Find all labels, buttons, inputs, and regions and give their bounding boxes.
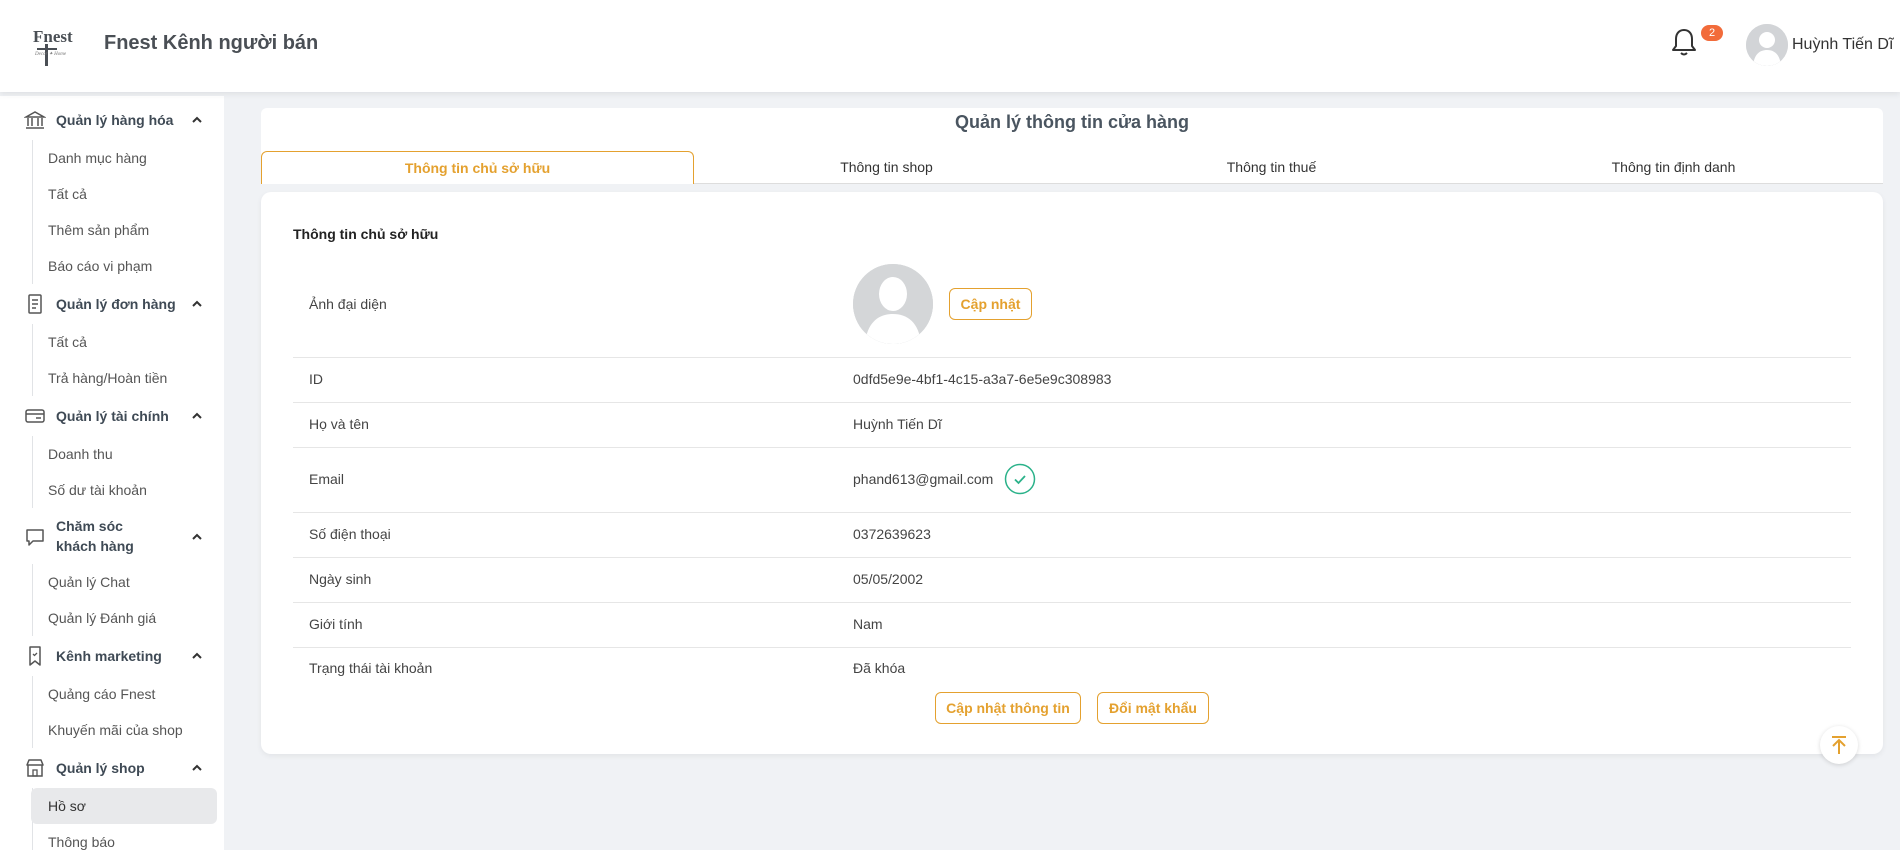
sidebar-item-all-goods[interactable]: Tất cả <box>31 176 217 212</box>
sidebar-item-notifications[interactable]: Thông báo <box>31 824 217 850</box>
top-header: Fnest Decor ✦ Home Fnest Kênh người bán … <box>0 0 1900 92</box>
sidebar-group-goods[interactable]: Quản lý hàng hóa <box>0 109 224 131</box>
field-value: 0372639623 <box>853 526 931 542</box>
chevron-up-icon[interactable] <box>190 113 204 127</box>
sidebar-group-finance[interactable]: Quản lý tài chính <box>0 405 224 427</box>
field-row-birthday: Ngày sinh 05/05/2002 <box>293 558 1851 603</box>
bank-icon <box>23 109 47 131</box>
change-password-button[interactable]: Đổi mật khẩu <box>1097 692 1209 724</box>
page-title: Quản lý thông tin cửa hàng <box>954 112 1190 132</box>
field-row-name: Họ và tên Huỳnh Tiến Dĩ <box>293 403 1851 448</box>
field-value: 05/05/2002 <box>853 571 924 587</box>
chat-icon <box>24 526 46 548</box>
avatar-row: Ảnh đại diện <box>293 256 1851 358</box>
field-label: Trạng thái tài khoản <box>309 660 433 676</box>
notification-count-badge: 2 <box>1701 25 1723 41</box>
sidebar: Quản lý hàng hóa Danh mục hàng Tất cả Th… <box>0 96 224 850</box>
user-avatar[interactable] <box>1746 24 1788 66</box>
sidebar-group-title: Kênh marketing <box>56 648 162 664</box>
field-value: 0dfd5e9e-4bf1-4c15-a3a7-6e5e9c308983 <box>853 371 1112 387</box>
sidebar-item-ads[interactable]: Quảng cáo Fnest <box>31 676 217 712</box>
sidebar-group-orders[interactable]: Quản lý đơn hàng <box>0 293 224 315</box>
sidebar-item-categories[interactable]: Danh mục hàng <box>31 140 217 176</box>
sidebar-item-chat[interactable]: Quản lý Chat <box>31 564 217 600</box>
field-value: Đã khóa <box>853 660 906 676</box>
sidebar-item-reviews[interactable]: Quản lý Đánh giá <box>31 600 217 636</box>
sidebar-group-customer-care[interactable]: Chăm sóc khách hàng <box>0 516 224 558</box>
bookmark-icon <box>24 645 46 667</box>
chevron-up-icon[interactable] <box>190 761 204 775</box>
section-title: Thông tin chủ sở hữu <box>293 226 439 242</box>
tab-bar: Thông tin chủ sở hữu Thông tin shop Thôn… <box>261 151 1883 184</box>
card-icon <box>24 405 46 427</box>
notification-bell-icon[interactable] <box>1670 26 1698 58</box>
chevron-up-icon[interactable] <box>190 649 204 663</box>
tab-tax-info[interactable]: Thông tin thuế <box>1079 151 1464 184</box>
tab-shop-info[interactable]: Thông tin shop <box>694 151 1079 184</box>
update-info-button[interactable]: Cập nhật thông tin <box>935 692 1081 724</box>
sidebar-item-all-orders[interactable]: Tất cả <box>31 324 217 360</box>
update-avatar-button[interactable]: Cập nhật <box>949 288 1032 320</box>
tab-owner-info[interactable]: Thông tin chủ sở hữu <box>261 151 694 184</box>
chevron-up-icon[interactable] <box>190 409 204 423</box>
scroll-to-top-button[interactable] <box>1820 726 1858 764</box>
field-label: Giới tính <box>309 616 363 632</box>
svg-text:Fnest: Fnest <box>33 27 73 46</box>
svg-text:Decor ✦ Home: Decor ✦ Home <box>34 51 67 57</box>
sidebar-group-title: Quản lý tài chính <box>56 408 169 424</box>
sidebar-group-marketing[interactable]: Kênh marketing <box>0 645 224 667</box>
field-value: Nam <box>853 616 883 632</box>
sidebar-item-promotions[interactable]: Khuyến mãi của shop <box>31 712 217 748</box>
sidebar-item-balance[interactable]: Số dư tài khoản <box>31 472 217 508</box>
sidebar-item-violation-report[interactable]: Báo cáo vi phạm <box>31 248 217 284</box>
field-label: Họ và tên <box>309 416 369 432</box>
field-label: Ngày sinh <box>309 571 372 587</box>
field-label: ID <box>309 371 323 387</box>
shop-icon <box>24 757 46 779</box>
brand-title: Fnest Kênh người bán <box>104 32 319 54</box>
field-row-phone: Số điện thoại 0372639623 <box>293 513 1851 558</box>
avatar-label: Ảnh đại diện <box>309 296 387 312</box>
field-label: Email <box>309 471 345 487</box>
clipboard-icon <box>24 293 46 315</box>
sidebar-group-title: Quản lý shop <box>56 760 145 776</box>
field-value: Huỳnh Tiến Dĩ <box>853 416 942 432</box>
field-label: Số điện thoại <box>309 526 391 542</box>
fnest-logo[interactable]: Fnest Decor ✦ Home <box>31 22 79 66</box>
sidebar-group-shop[interactable]: Quản lý shop <box>0 757 224 779</box>
field-value: phand613@gmail.com <box>853 471 994 487</box>
owner-info-card: Thông tin chủ sở hữu Ảnh đại diện ID 0df… <box>261 192 1883 754</box>
sidebar-item-add-product[interactable]: Thêm sản phẩm <box>31 212 217 248</box>
sidebar-group-title-line1: Chăm sóc <box>56 518 123 534</box>
tab-identity-info[interactable]: Thông tin định danh <box>1464 151 1883 184</box>
sidebar-group-title: Quản lý đơn hàng <box>56 296 176 312</box>
sidebar-item-profile[interactable]: Hồ sơ <box>31 788 217 824</box>
sidebar-group-title-line2: khách hàng <box>56 538 134 554</box>
user-name[interactable]: Huỳnh Tiến Dĩ <box>1792 36 1893 54</box>
field-row-email: Email phand613@gmail.com <box>293 448 1851 513</box>
field-row-gender: Giới tính Nam <box>293 603 1851 648</box>
field-row-status: Trạng thái tài khoản Đã khóa <box>293 648 1851 684</box>
chevron-up-icon[interactable] <box>190 297 204 311</box>
field-row-id: ID 0dfd5e9e-4bf1-4c15-a3a7-6e5e9c308983 <box>293 358 1851 403</box>
sidebar-item-revenue[interactable]: Doanh thu <box>31 436 217 472</box>
verified-check-icon <box>1004 463 1036 495</box>
owner-avatar <box>853 264 933 344</box>
sidebar-group-title: Quản lý hàng hóa <box>56 112 174 128</box>
sidebar-item-returns[interactable]: Trả hàng/Hoàn tiền <box>31 360 217 396</box>
chevron-up-icon[interactable] <box>190 530 204 544</box>
